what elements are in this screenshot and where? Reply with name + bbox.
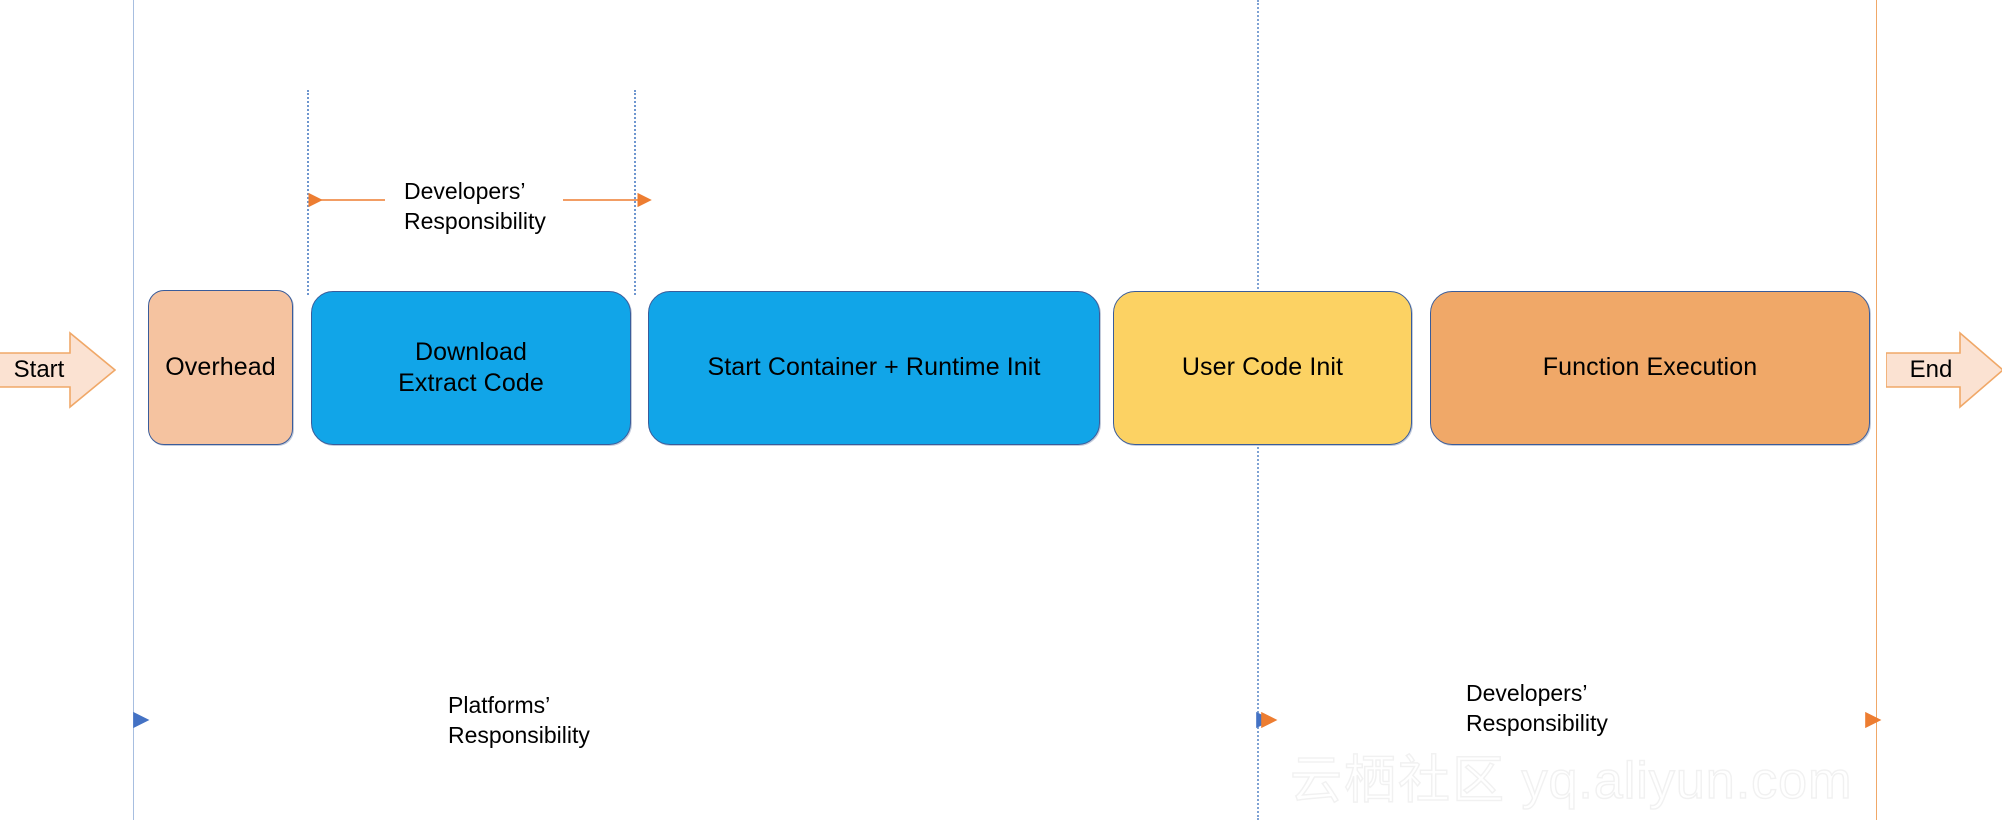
diagram-canvas: Developers’ Responsibility Start Overhea… bbox=[0, 0, 2002, 820]
stage-box-function-execution[interactable]: Function Execution bbox=[1430, 291, 1870, 445]
annotation-bottom-developers-label: Developers’ Responsibility bbox=[1466, 680, 1608, 737]
annotation-top-developers-label: Developers’ Responsibility bbox=[404, 178, 546, 235]
stage-label-overhead: Overhead bbox=[165, 352, 276, 381]
stage-label-user-code-init: User Code Init bbox=[1181, 353, 1344, 382]
annotation-bottom-platforms-label: Platforms’ Responsibility bbox=[448, 692, 590, 749]
stage-box-overhead[interactable]: Overhead bbox=[148, 290, 293, 445]
stage-label-function-execution: Function Execution bbox=[1542, 353, 1758, 382]
end-arrow-label: End bbox=[1909, 356, 1953, 383]
stage-label-start-container-runtime-init: Start Container + Runtime Init bbox=[707, 353, 1041, 382]
watermark: 云栖社区 yq.aliyun.com bbox=[1289, 752, 1853, 810]
start-arrow-label: Start bbox=[13, 356, 65, 383]
end-arrow: End bbox=[1886, 331, 2002, 409]
guide-line-right-orange bbox=[1876, 0, 1877, 820]
stage-box-start-container-runtime-init[interactable]: Start Container + Runtime Init bbox=[648, 291, 1100, 445]
guide-line-left-blue bbox=[133, 0, 134, 820]
stage-label-download-extract-code: Download Extract Code bbox=[398, 337, 544, 397]
watermark-url-text: yq.aliyun.com bbox=[1521, 752, 1853, 810]
stage-box-download-extract-code[interactable]: Download Extract Code bbox=[311, 291, 631, 445]
bottom-platforms-measure-arrows bbox=[133, 711, 1273, 729]
start-arrow: Start bbox=[0, 331, 116, 409]
watermark-cn-text: 云栖社区 bbox=[1289, 752, 1507, 810]
stage-box-user-code-init[interactable]: User Code Init bbox=[1113, 291, 1412, 445]
